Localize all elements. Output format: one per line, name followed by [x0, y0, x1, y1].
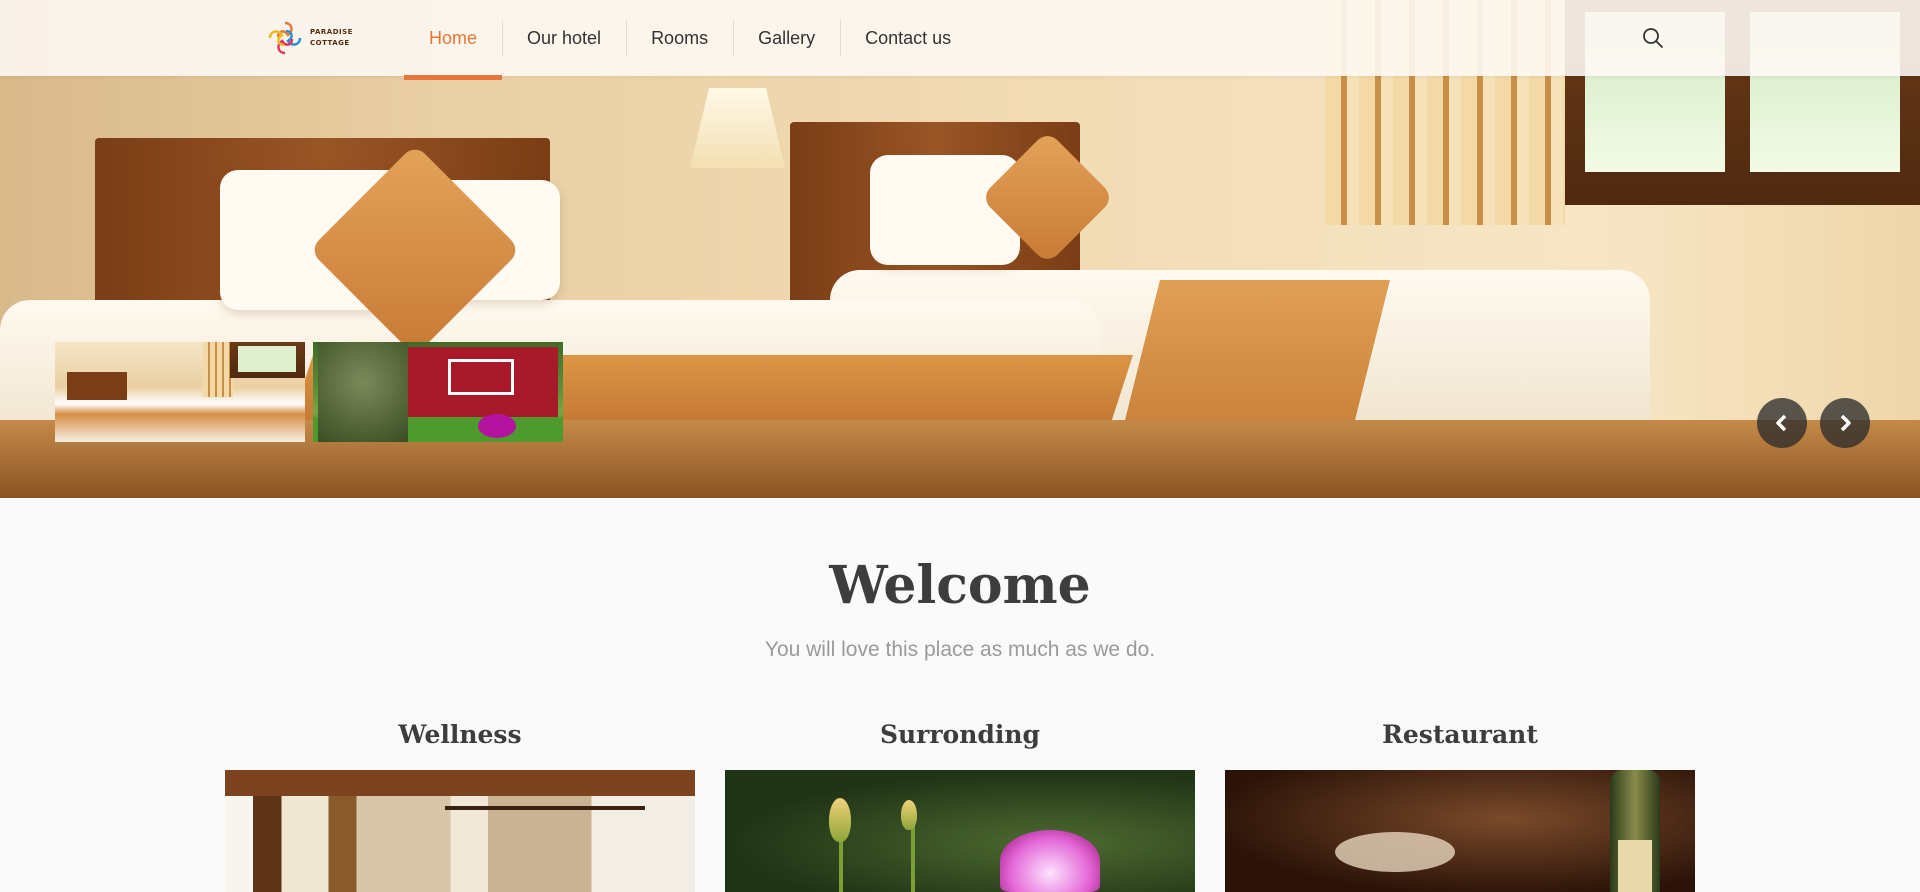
feature-title-restaurant: Restaurant	[1382, 720, 1538, 749]
wellness-image[interactable]	[225, 770, 695, 892]
main-nav: Home Our hotel Rooms Gallery Contact us	[404, 0, 976, 80]
top-navbar: PARADISE COTTAGE Home Our hotel Rooms Ga…	[0, 0, 1920, 80]
search-icon[interactable]	[1641, 26, 1665, 50]
nav-item-contact-us[interactable]: Contact us	[840, 0, 976, 76]
welcome-subtitle: You will love this place as much as we d…	[764, 638, 1156, 661]
nav-item-our-hotel[interactable]: Our hotel	[502, 0, 626, 76]
surronding-image[interactable]	[725, 770, 1195, 892]
logo-flower-icon	[268, 21, 302, 55]
site-logo[interactable]: PARADISE COTTAGE	[264, 17, 354, 59]
nav-item-rooms[interactable]: Rooms	[626, 0, 733, 76]
restaurant-image[interactable]	[1225, 770, 1695, 892]
feature-title-wellness: Wellness	[398, 720, 522, 749]
nav-item-home[interactable]: Home	[404, 0, 503, 80]
slider-thumbnails	[55, 342, 563, 442]
slider-next-button[interactable]	[1820, 398, 1870, 448]
feature-title-surronding: Surronding	[879, 720, 1041, 749]
chevron-right-icon	[1840, 414, 1851, 432]
welcome-heading: Welcome	[829, 555, 1091, 616]
thumbnail-room[interactable]	[55, 342, 305, 442]
thumbnail-cottage[interactable]	[313, 342, 563, 442]
nav-item-gallery[interactable]: Gallery	[733, 0, 840, 76]
slider-prev-button[interactable]	[1757, 398, 1807, 448]
logo-text: PARADISE COTTAGE	[310, 27, 353, 49]
chevron-left-icon	[1776, 414, 1787, 432]
logo-line-2: COTTAGE	[310, 39, 350, 47]
logo-line-1: PARADISE	[310, 28, 353, 36]
